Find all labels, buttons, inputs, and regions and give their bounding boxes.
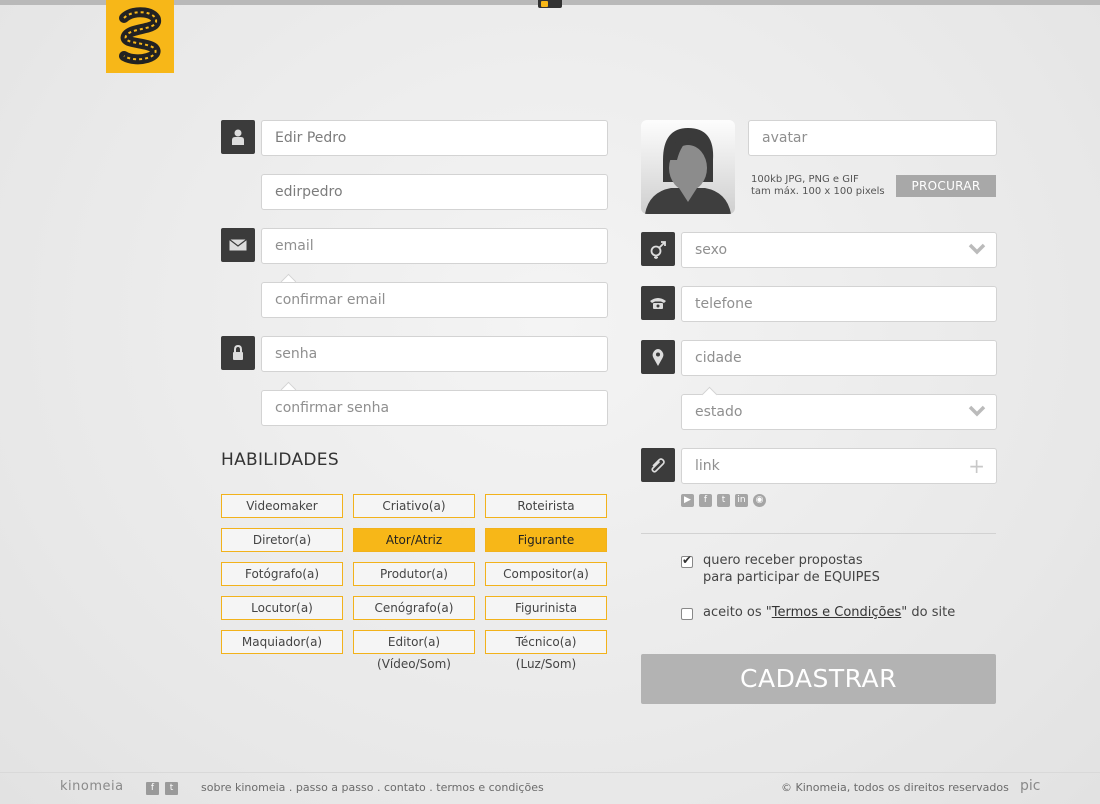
chevron-down-icon	[968, 243, 986, 255]
skill-tag[interactable]: Criativo(a)	[353, 494, 475, 518]
username-field[interactable]	[261, 174, 608, 210]
proposals-label: quero receber propostas para participar …	[703, 553, 880, 585]
footer-facebook-icon[interactable]: f	[146, 782, 159, 795]
logo[interactable]	[106, 0, 174, 73]
avatar-hint: 100kb JPG, PNG e GIF tam máx. 100 x 100 …	[751, 174, 885, 197]
footer-brand[interactable]: kinomeia	[60, 779, 124, 794]
footer-divider	[0, 772, 1100, 773]
facebook-icon[interactable]: f	[699, 494, 712, 507]
gender-select-label: sexo	[695, 242, 728, 258]
chevron-down-icon	[968, 405, 986, 417]
city-field[interactable]	[681, 340, 997, 376]
password-field[interactable]	[261, 336, 608, 372]
confirm-password-field[interactable]	[261, 390, 608, 426]
add-link-icon[interactable]: +	[968, 456, 985, 476]
confirm-email-wrapper	[261, 282, 608, 318]
user-icon	[221, 120, 255, 154]
skill-tag[interactable]: Videomaker	[221, 494, 343, 518]
link-field-placeholder: link	[695, 458, 720, 474]
skill-tag[interactable]: Cenógrafo(a)	[353, 596, 475, 620]
linkedin-icon[interactable]: in	[735, 494, 748, 507]
film-reel-logo-icon	[119, 7, 161, 65]
terms-checkbox[interactable]	[681, 608, 693, 620]
state-select-label: estado	[695, 404, 743, 420]
skill-tag[interactable]: Técnico(a) (Luz/Som)	[485, 630, 607, 671]
name-field[interactable]	[261, 120, 608, 156]
skills-title: HABILIDADES	[221, 450, 339, 470]
envelope-icon	[221, 228, 255, 262]
gender-icon	[641, 232, 675, 266]
skill-tag[interactable]: Locutor(a)	[221, 596, 343, 620]
avatar-field[interactable]	[748, 120, 997, 156]
footer-links[interactable]: sobre kinomeia . passo a passo . contato…	[201, 781, 544, 794]
top-toggle[interactable]	[538, 0, 562, 8]
terms-link[interactable]: Termos e Condições	[772, 605, 902, 620]
footer-twitter-icon[interactable]: t	[165, 782, 178, 795]
skill-tag[interactable]: Editor(a) (Vídeo/Som)	[353, 630, 475, 671]
twitter-icon[interactable]: t	[717, 494, 730, 507]
footer-copyright: © Kinomeia, todos os direitos reservados	[781, 781, 1009, 794]
skill-tag[interactable]: Produtor(a)	[353, 562, 475, 586]
phone-icon	[641, 286, 675, 320]
lock-icon	[221, 336, 255, 370]
web-icon[interactable]: ◉	[753, 494, 766, 507]
skill-tag[interactable]: Maquiador(a)	[221, 630, 343, 654]
confirm-email-field[interactable]	[261, 282, 608, 318]
register-button[interactable]: CADASTRAR	[641, 654, 996, 704]
browse-button[interactable]: PROCURAR	[896, 175, 996, 197]
skill-tag[interactable]: Ator/Atriz	[353, 528, 475, 552]
location-pin-icon	[641, 340, 675, 374]
skill-tag[interactable]: Figurinista	[485, 596, 607, 620]
proposals-checkbox[interactable]	[681, 553, 693, 568]
link-field[interactable]: link +	[681, 448, 997, 484]
gender-select[interactable]: sexo	[681, 232, 997, 268]
footer-pic-logo[interactable]: pic	[1020, 778, 1040, 794]
avatar-image	[641, 120, 735, 214]
phone-field[interactable]	[681, 286, 997, 322]
terms-label: aceito os "Termos e Condições" do site	[703, 605, 956, 620]
skill-tag[interactable]: Figurante	[485, 528, 607, 552]
confirm-password-wrapper	[261, 390, 608, 426]
divider	[641, 533, 996, 534]
skill-tag[interactable]: Roteirista	[485, 494, 607, 518]
paperclip-icon	[641, 448, 675, 482]
youtube-icon[interactable]: ▶	[681, 494, 694, 507]
skill-tag[interactable]: Fotógrafo(a)	[221, 562, 343, 586]
skill-tag[interactable]: Compositor(a)	[485, 562, 607, 586]
skill-tag[interactable]: Diretor(a)	[221, 528, 343, 552]
email-field[interactable]	[261, 228, 608, 264]
state-select[interactable]: estado	[681, 394, 997, 430]
